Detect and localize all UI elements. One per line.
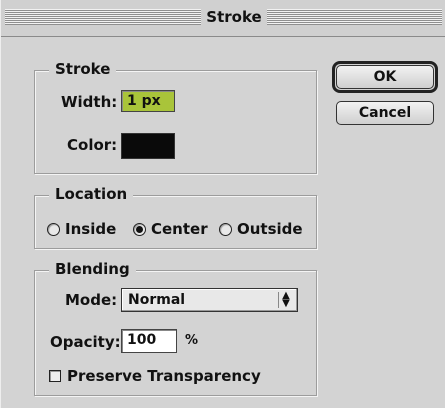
- mode-label: Mode:: [65, 291, 118, 309]
- radio-inside[interactable]: Inside: [47, 220, 116, 238]
- opacity-unit: %: [185, 333, 199, 348]
- title-bar-stripes-right: [267, 9, 442, 25]
- opacity-field[interactable]: 100: [121, 329, 177, 353]
- stroke-dialog: Stroke Stroke Width: 1 px Color: Locatio…: [0, 0, 445, 408]
- preserve-transparency-label: Preserve Transparency: [67, 367, 261, 385]
- blending-group-label: Blending: [49, 260, 136, 278]
- dialog-title: Stroke: [206, 8, 262, 26]
- radio-outside-indicator: [219, 222, 232, 236]
- stroke-group-label: Stroke: [49, 60, 117, 78]
- location-group-label: Location: [49, 185, 134, 203]
- preserve-transparency-box: [49, 370, 61, 382]
- ok-button[interactable]: OK: [336, 65, 434, 89]
- width-label: Width:: [61, 93, 118, 111]
- radio-center[interactable]: Center: [133, 220, 208, 238]
- cancel-button[interactable]: Cancel: [336, 101, 434, 125]
- title-bar-stripes-left: [5, 9, 201, 25]
- radio-inside-indicator: [47, 222, 60, 236]
- title-bar[interactable]: Stroke: [1, 0, 445, 37]
- preserve-transparency-checkbox[interactable]: Preserve Transparency: [49, 367, 261, 385]
- mode-select[interactable]: Normal ▲ ▼: [121, 288, 298, 312]
- width-field[interactable]: 1 px: [121, 90, 175, 112]
- radio-inside-label: Inside: [65, 220, 117, 238]
- up-down-arrows-icon: ▲ ▼: [278, 291, 293, 309]
- mode-select-value: Normal: [128, 292, 186, 308]
- stroke-group: Stroke Width: 1 px Color:: [34, 60, 317, 174]
- location-group: Location Inside Center Outside: [34, 185, 317, 249]
- radio-center-indicator: [133, 222, 146, 236]
- blending-group: Blending Mode: Normal ▲ ▼ Opacity: 100 % …: [34, 260, 317, 396]
- radio-center-label: Center: [151, 220, 208, 238]
- opacity-label: Opacity:: [50, 333, 121, 351]
- color-label: Color:: [67, 136, 118, 154]
- radio-outside[interactable]: Outside: [219, 220, 303, 238]
- color-swatch[interactable]: [121, 133, 175, 159]
- radio-outside-label: Outside: [237, 220, 303, 238]
